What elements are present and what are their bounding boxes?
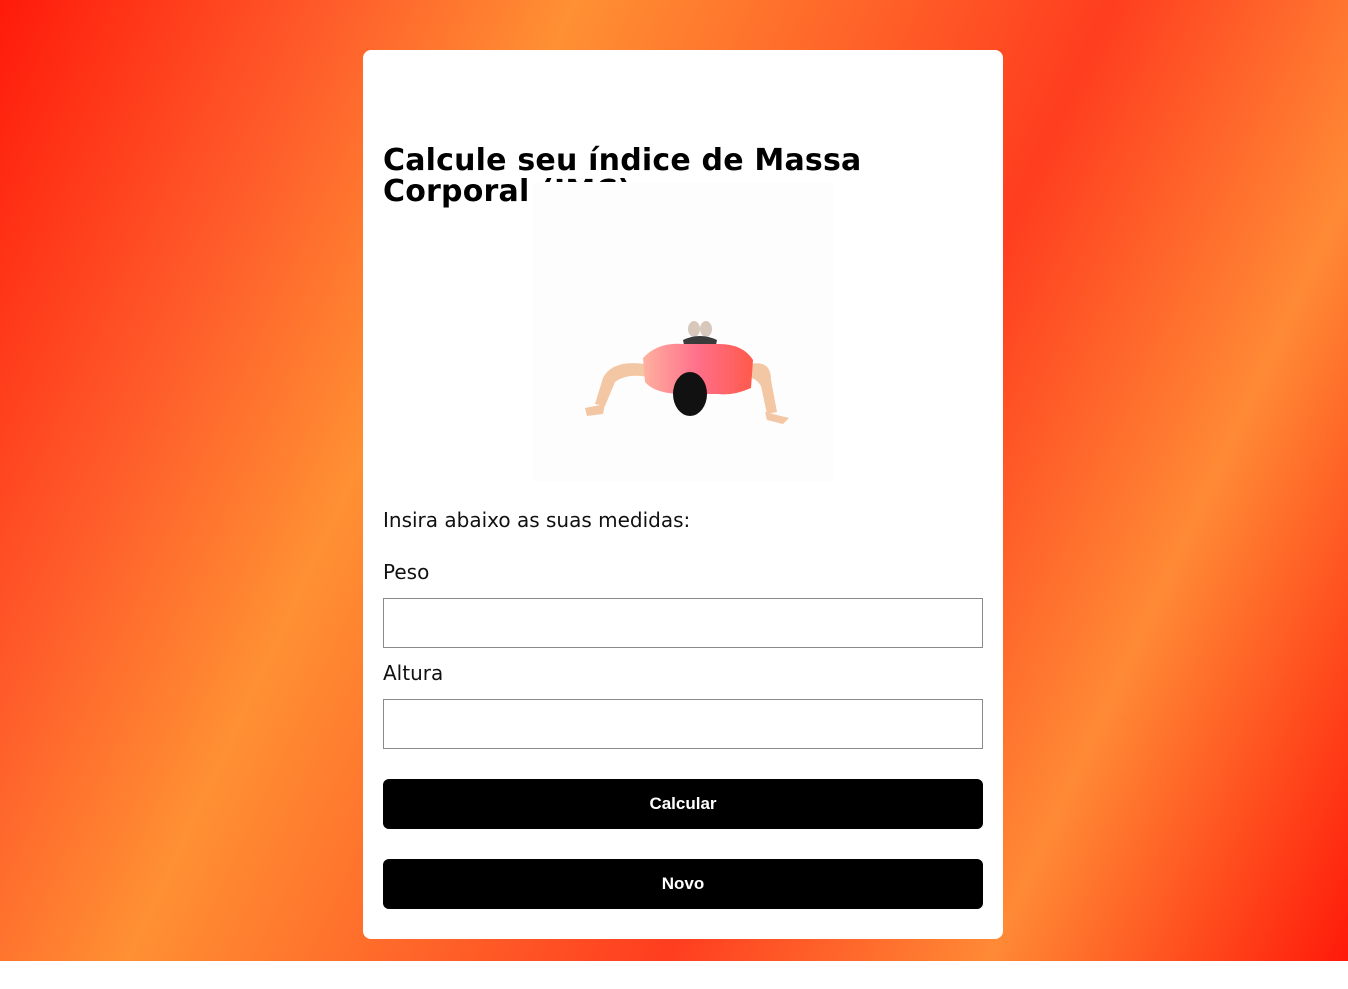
- calcular-button[interactable]: Calcular: [383, 779, 983, 829]
- peso-input[interactable]: [383, 598, 983, 648]
- novo-button[interactable]: Novo: [383, 859, 983, 909]
- person-pushup-icon: [533, 182, 833, 482]
- altura-label: Altura: [383, 661, 444, 685]
- imc-card: Calcule seu índice de Massa Corporal (IM…: [363, 50, 1003, 939]
- peso-label: Peso: [383, 560, 430, 584]
- altura-input[interactable]: [383, 699, 983, 749]
- instructions-text: Insira abaixo as suas medidas:: [383, 508, 691, 532]
